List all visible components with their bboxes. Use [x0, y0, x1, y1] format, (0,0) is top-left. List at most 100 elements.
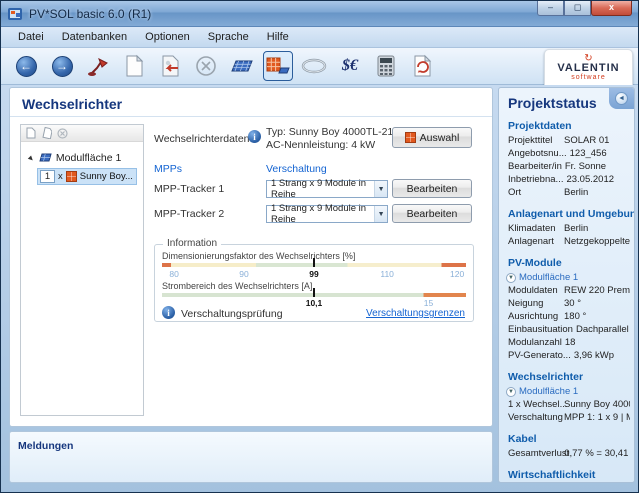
current-range-marker — [313, 288, 315, 297]
costs-icon[interactable]: $€ — [335, 51, 365, 81]
sizing-factor-gauge — [162, 263, 466, 267]
calculation-icon[interactable] — [371, 51, 401, 81]
cables-icon[interactable] — [299, 51, 329, 81]
section-title: Kabel — [508, 433, 630, 445]
minimize-button[interactable]: – — [537, 1, 564, 16]
inverter-data-label: Wechselrichterdaten — [154, 133, 250, 145]
inverter-icon[interactable] — [263, 51, 293, 81]
sizing-factor-label: Dimensionierungsfaktor des Wechselrichte… — [162, 251, 355, 261]
window-title: PV*SOL basic 6.0 (R1) — [29, 7, 151, 21]
info-icon[interactable]: i — [162, 306, 175, 319]
wiring-limits-link[interactable]: Verschaltungsgrenzen — [366, 308, 465, 319]
delete-inverter-icon[interactable] — [57, 128, 68, 139]
section-title: Anlagenart und Umgebung — [508, 208, 630, 220]
status-row: ModuldatenREW 220 Premium P... — [508, 284, 630, 297]
gauge-tick: 80 — [169, 269, 178, 279]
section-projektdaten: Projektdaten ProjekttitelSOLAR 01 Angebo… — [508, 120, 630, 199]
gauge-tick: 15 — [424, 298, 433, 308]
module-area-link[interactable]: ▼Modulfläche 1 — [506, 385, 630, 398]
section-kabel: Kabel Gesamtverlust0,77 % = 30,41 W — [508, 433, 630, 460]
status-row: KlimadatenBerlin — [508, 222, 630, 235]
status-row: 1 x Wechsel...Sunny Boy 4000TL-21 — [508, 398, 630, 411]
tracker2-label: MPP-Tracker 2 — [154, 208, 224, 220]
status-row: Angebotsnu...123_456 — [508, 147, 630, 160]
back-icon[interactable]: ← — [11, 51, 41, 81]
menu-optionen[interactable]: Optionen — [136, 29, 199, 45]
app-window: PV*SOL basic 6.0 (R1) – ◻ x Datei Datenb… — [0, 0, 639, 493]
sizing-factor-marker — [313, 258, 315, 267]
tree-root-label: Modulfläche 1 — [56, 152, 121, 164]
toggle-icon[interactable]: ▼ — [506, 273, 516, 283]
inverter-type-line: Typ: Sunny Boy 4000TL-21 — [266, 126, 393, 138]
tree-expander-icon[interactable]: ▼ — [25, 152, 37, 164]
tracker1-label: MPP-Tracker 1 — [154, 183, 224, 195]
section-title: Wechselrichter — [508, 371, 630, 383]
status-row: Bearbeiter/inFr. Sonne — [508, 160, 630, 173]
select-inverter-button[interactable]: Auswahl — [392, 127, 472, 148]
new-project-icon[interactable] — [119, 51, 149, 81]
close-button[interactable]: x — [591, 1, 632, 16]
inverter-item-icon — [66, 171, 77, 182]
status-row: Modulanzahl18 — [508, 336, 630, 349]
menu-datenbanken[interactable]: Datenbanken — [53, 29, 136, 45]
info-icon[interactable]: i — [248, 130, 261, 143]
project-status-sidebar: ◄ Projektstatus Projektdaten Projekttite… — [498, 87, 635, 483]
gauge-tick: 110 — [380, 269, 394, 279]
section-wechselrichter: Wechselrichter ▼Modulfläche 1 1 x Wechse… — [508, 371, 630, 424]
tree-node-modulflaeche[interactable]: ▼ Modulfläche 1 — [27, 152, 143, 164]
gauge-current-value: 99 — [309, 269, 318, 279]
mpps-label: MPPs — [154, 163, 182, 175]
status-row: ProjekttitelSOLAR 01 — [508, 134, 630, 147]
module-area-link[interactable]: ▼Modulfläche 1 — [506, 271, 630, 284]
section-title: Wirtschaftlichkeit — [508, 469, 630, 481]
close-project-icon[interactable] — [191, 51, 221, 81]
project-assistant-lamp-icon[interactable] — [83, 51, 113, 81]
module-area-icon — [39, 153, 52, 163]
section-pv-module: PV-Module ▼Modulfläche 1 ModuldatenREW 2… — [508, 257, 630, 362]
wiring-check-label: Verschaltungsprüfung — [181, 308, 283, 320]
status-row: PV-Generato...3,96 kWp — [508, 349, 630, 362]
forward-icon[interactable]: → — [47, 51, 77, 81]
section-wirtschaftlichkeit: Wirtschaftlichkeit Investitionsk...2000 … — [508, 469, 630, 483]
status-row: EinbausituationDachparallel — [508, 323, 630, 336]
copy-inverter-icon[interactable] — [41, 127, 52, 139]
sidebar-collapse-button[interactable]: ◄ — [609, 88, 634, 109]
dropdown-arrow-icon[interactable]: ▼ — [374, 181, 387, 197]
open-project-icon[interactable] — [155, 51, 185, 81]
tree-toolbar — [21, 125, 143, 142]
inverter-form: Wechselrichterdaten i Typ: Sunny Boy 400… — [152, 124, 486, 416]
gauge-tick: 90 — [239, 269, 248, 279]
menu-sprache[interactable]: Sprache — [199, 29, 258, 45]
messages-panel: Meldungen — [9, 431, 493, 483]
status-row: VerschaltungMPP 1: 1 x 9 | MPP ... — [508, 411, 630, 424]
information-box: Information Dimensionierungsfaktor des W… — [154, 244, 474, 322]
status-row: AnlagenartNetzgekoppelte PV-... — [508, 235, 630, 248]
dropdown-arrow-icon[interactable]: ▼ — [374, 206, 387, 222]
tracker2-wiring-select[interactable]: 1 Strang x 9 Module in Reihe ▼ — [266, 205, 388, 223]
messages-title: Meldungen — [18, 440, 73, 452]
tracker1-edit-button[interactable]: Bearbeiten — [392, 179, 472, 198]
status-row: Neigung30 ° — [508, 297, 630, 310]
current-range-gauge — [162, 293, 466, 297]
page-title: Wechselrichter — [10, 88, 492, 117]
status-row: Ausrichtung180 ° — [508, 310, 630, 323]
section-anlagenart: Anlagenart und Umgebung KlimadatenBerlin… — [508, 208, 630, 248]
tracker2-edit-button[interactable]: Bearbeiten — [392, 204, 472, 223]
menu-bar: Datei Datenbanken Optionen Sprache Hilfe — [1, 27, 638, 48]
main-toolbar: ← → $€ ↻ valentin — [1, 48, 638, 85]
maximize-button[interactable]: ◻ — [564, 1, 591, 16]
gauge-current-value: 10,1 — [306, 298, 323, 308]
report-icon[interactable] — [407, 51, 437, 81]
status-row: OrtBerlin — [508, 186, 630, 199]
inverter-power-line: AC-Nennleistung: 4 kW — [266, 139, 375, 151]
tree-item-inverter[interactable]: 1 x Sunny Boy... — [37, 168, 137, 185]
menu-hilfe[interactable]: Hilfe — [258, 29, 298, 45]
tracker1-wiring-select[interactable]: 1 Strang x 9 Module in Reihe ▼ — [266, 180, 388, 198]
inverter-count-box[interactable]: 1 — [40, 170, 55, 183]
pv-modules-icon[interactable] — [227, 51, 257, 81]
title-bar[interactable]: PV*SOL basic 6.0 (R1) – ◻ x — [1, 1, 638, 27]
menu-datei[interactable]: Datei — [9, 29, 53, 45]
toggle-icon[interactable]: ▼ — [506, 387, 516, 397]
add-inverter-icon[interactable] — [25, 127, 36, 139]
information-box-title: Information — [163, 238, 221, 249]
